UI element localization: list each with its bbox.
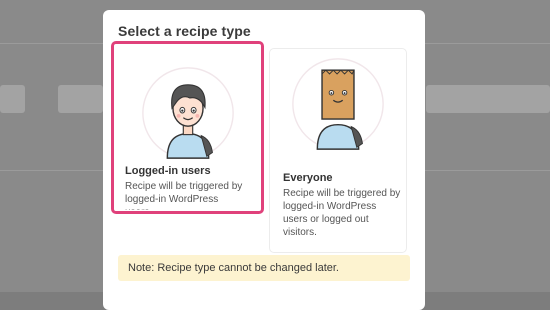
recipe-type-card-everyone[interactable]: Everyone Recipe will be triggered by log… bbox=[269, 48, 407, 253]
recipe-type-note: Note: Recipe type cannot be changed late… bbox=[118, 255, 410, 281]
card-description: Recipe will be triggered by logged-in Wo… bbox=[125, 181, 243, 210]
card-title: Everyone bbox=[283, 172, 333, 184]
background-block bbox=[426, 85, 550, 113]
recipe-type-modal: Select a recipe type Logged-in users Rec… bbox=[103, 10, 425, 310]
recipe-type-card-logged-in[interactable]: Logged-in users Recipe will be triggered… bbox=[111, 41, 264, 214]
modal-title: Select a recipe type bbox=[118, 23, 251, 39]
card-description: Recipe will be triggered by logged-in Wo… bbox=[283, 188, 401, 238]
background-block bbox=[58, 85, 103, 113]
user-avatar-icon bbox=[141, 67, 234, 159]
background-block bbox=[0, 85, 25, 113]
paper-bag-head-icon bbox=[292, 58, 384, 150]
card-title: Logged-in users bbox=[125, 165, 211, 177]
